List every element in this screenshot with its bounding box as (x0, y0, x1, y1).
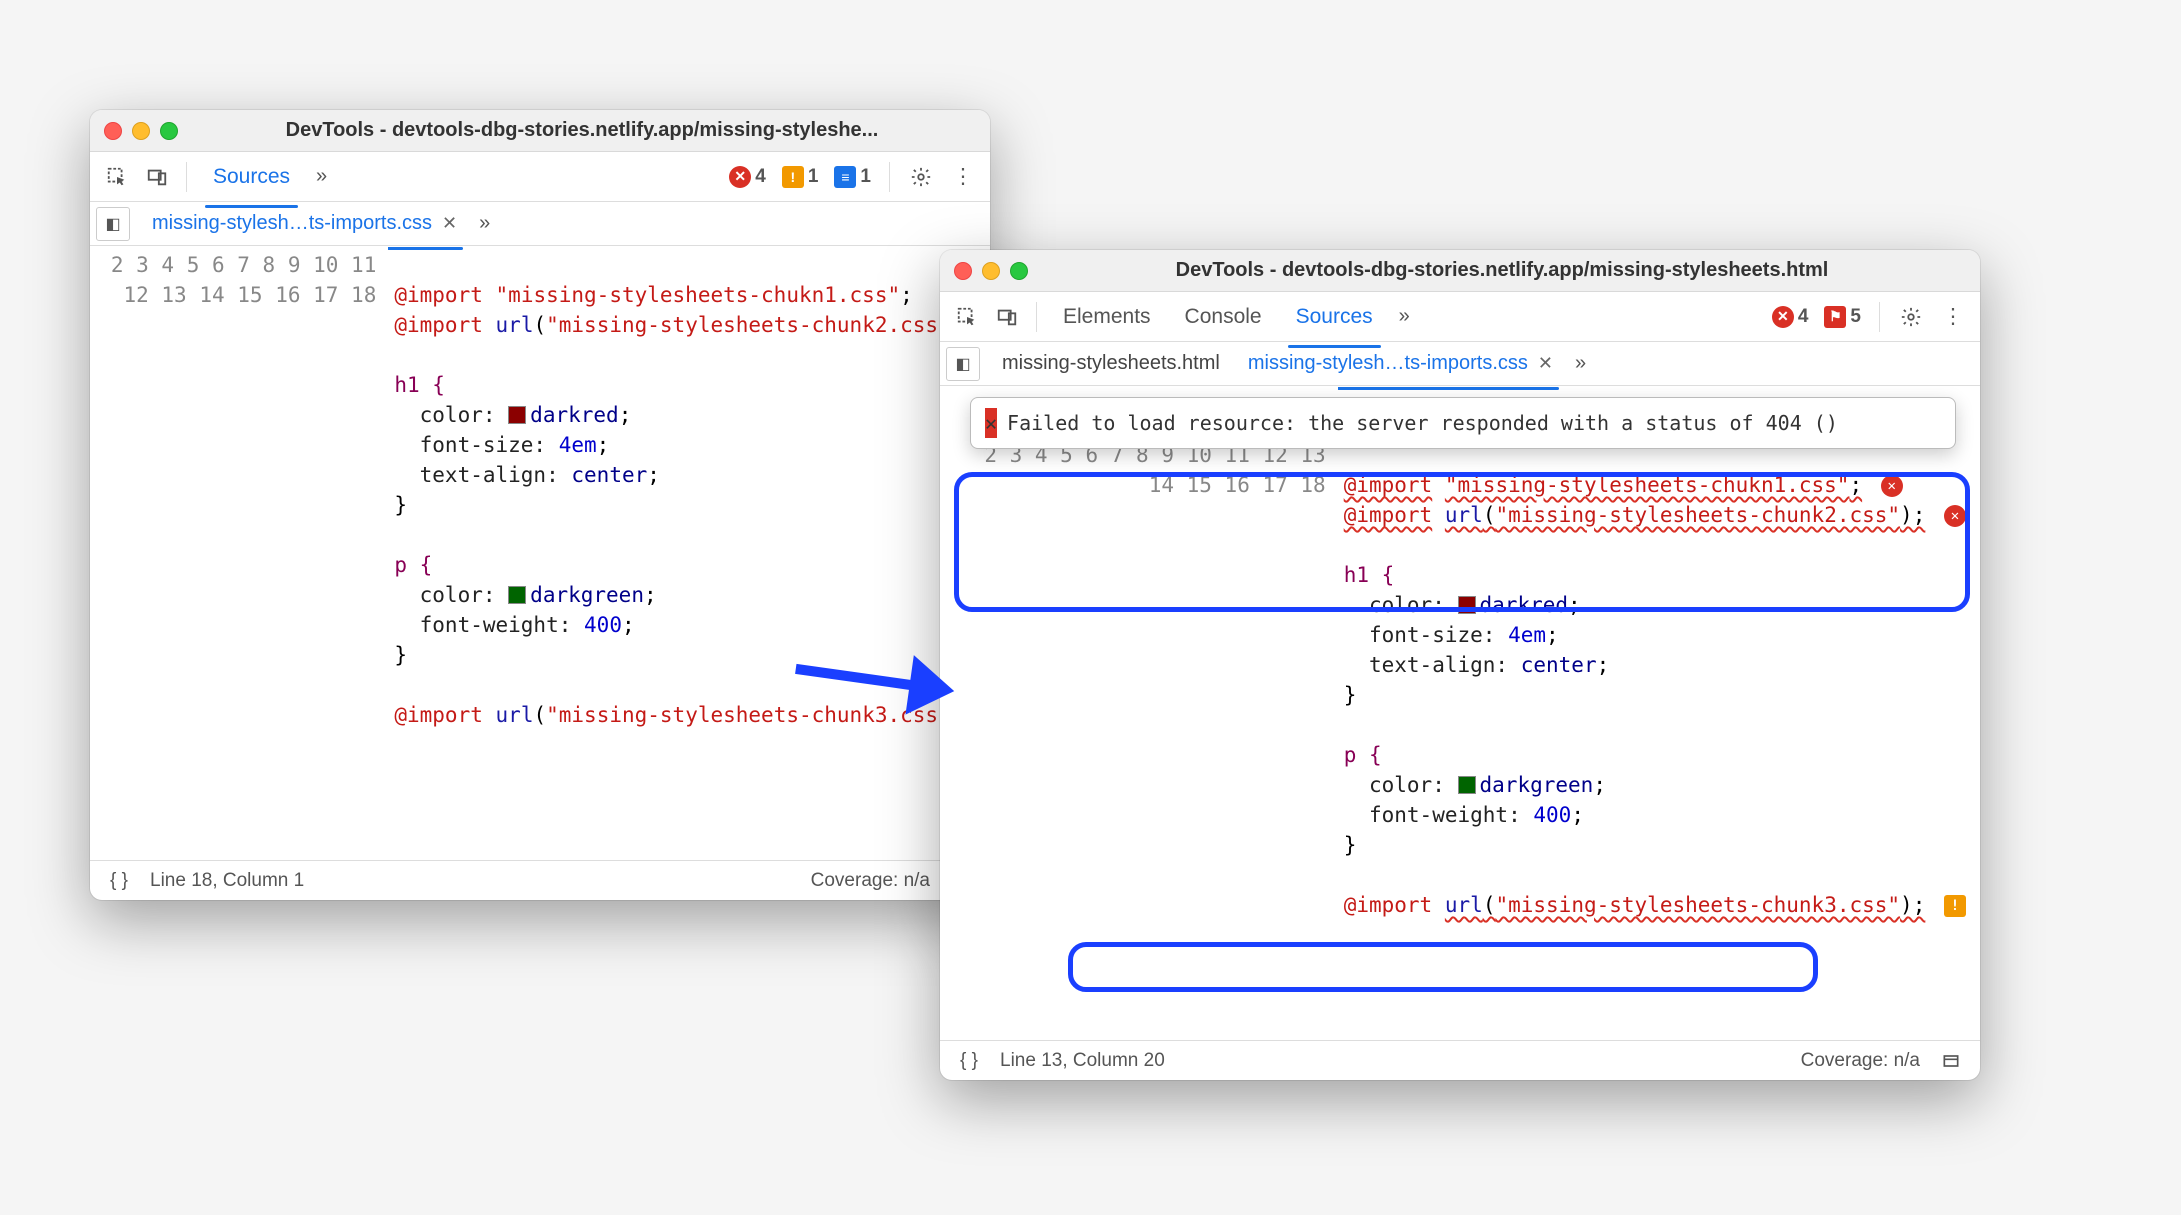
more-file-tabs-chevron[interactable]: » (473, 208, 496, 239)
issues-count-badge[interactable]: ⚑5 (1820, 304, 1865, 330)
warning-icon: ! (782, 166, 804, 188)
minimize-window-button[interactable] (132, 122, 150, 140)
file-tab-label: missing-stylesh…ts-imports.css (152, 212, 432, 235)
file-tabs-bar: ◧ missing-stylesheets.html missing-style… (940, 342, 1980, 386)
file-tab-label: missing-stylesh…ts-imports.css (1248, 352, 1528, 375)
navigator-toggle-icon[interactable]: ◧ (96, 207, 130, 241)
maximize-window-button[interactable] (160, 122, 178, 140)
separator (1036, 302, 1037, 332)
info-count-badge[interactable]: ≡1 (830, 164, 875, 190)
separator (186, 162, 187, 192)
color-swatch-darkgreen[interactable] (508, 586, 526, 604)
devtools-window-left: DevTools - devtools-dbg-stories.netlify.… (90, 110, 990, 900)
info-count: 1 (860, 166, 871, 188)
titlebar: DevTools - devtools-dbg-stories.netlify.… (90, 110, 990, 152)
tab-elements[interactable]: Elements (1049, 297, 1165, 337)
error-tooltip: ✕ Failed to load resource: the server re… (970, 397, 1956, 449)
error-count-badge[interactable]: ✕4 (1768, 304, 1813, 330)
coverage-label: Coverage: n/a (811, 870, 930, 892)
inspect-element-icon[interactable] (100, 160, 134, 194)
error-icon: ✕ (985, 408, 997, 438)
code-content[interactable]: @import "missing-stylesheets-chukn1.css"… (1338, 386, 1980, 1040)
cursor-position: Line 13, Column 20 (1000, 1050, 1165, 1072)
color-swatch-darkgreen[interactable] (1458, 776, 1476, 794)
traffic-lights (954, 262, 1028, 280)
source-map-icon[interactable] (1934, 1044, 1968, 1078)
pretty-print-icon[interactable]: { } (102, 864, 136, 898)
color-swatch-darkred[interactable] (508, 406, 526, 424)
inline-warning-icon[interactable]: ! (1944, 895, 1966, 917)
file-tabs-bar: ◧ missing-stylesh…ts-imports.css ✕ » (90, 202, 990, 246)
status-bar: { } Line 18, Column 1 Coverage: n/a (90, 860, 990, 900)
file-tab-label: missing-stylesheets.html (1002, 352, 1220, 375)
separator (1879, 302, 1880, 332)
settings-gear-icon[interactable] (1894, 300, 1928, 334)
device-toolbar-icon[interactable] (140, 160, 174, 194)
close-tab-icon[interactable]: ✕ (1538, 353, 1553, 374)
traffic-lights (104, 122, 178, 140)
more-file-tabs-chevron[interactable]: » (1569, 348, 1592, 379)
separator (889, 162, 890, 192)
navigator-toggle-icon[interactable]: ◧ (946, 347, 980, 381)
file-tab-active[interactable]: missing-stylesh…ts-imports.css ✕ (140, 206, 469, 241)
inspect-element-icon[interactable] (950, 300, 984, 334)
close-tab-icon[interactable]: ✕ (442, 213, 457, 234)
code-editor[interactable]: 2 3 4 5 6 7 8 9 10 11 12 13 14 15 16 17 … (90, 246, 990, 860)
tooltip-text: Failed to load resource: the server resp… (1007, 408, 1838, 438)
main-toolbar: Sources » ✕4 !1 ≡1 ⋮ (90, 152, 990, 202)
color-swatch-darkred[interactable] (1458, 596, 1476, 614)
warning-count-badge[interactable]: !1 (778, 164, 823, 190)
cursor-position: Line 18, Column 1 (150, 870, 304, 892)
main-toolbar: Elements Console Sources » ✕4 ⚑5 ⋮ (940, 292, 1980, 342)
titlebar: DevTools - devtools-dbg-stories.netlify.… (940, 250, 1980, 292)
tab-sources[interactable]: Sources (1282, 297, 1387, 337)
more-tabs-chevron[interactable]: » (1393, 301, 1416, 332)
status-bar: { } Line 13, Column 20 Coverage: n/a (940, 1040, 1980, 1080)
warning-count: 1 (808, 166, 819, 188)
close-window-button[interactable] (954, 262, 972, 280)
error-count: 4 (755, 166, 766, 188)
code-editor[interactable]: ✕ Failed to load resource: the server re… (940, 386, 1980, 1040)
more-tabs-chevron[interactable]: » (310, 161, 333, 192)
kebab-menu-icon[interactable]: ⋮ (946, 160, 980, 194)
inline-error-icon[interactable]: ✕ (1944, 505, 1966, 527)
device-toolbar-icon[interactable] (990, 300, 1024, 334)
pretty-print-icon[interactable]: { } (952, 1044, 986, 1078)
settings-gear-icon[interactable] (904, 160, 938, 194)
kebab-menu-icon[interactable]: ⋮ (1936, 300, 1970, 334)
tab-console[interactable]: Console (1171, 297, 1276, 337)
window-title: DevTools - devtools-dbg-stories.netlify.… (188, 119, 976, 142)
error-count: 4 (1798, 306, 1809, 328)
toolbar-right: ✕4 ⚑5 ⋮ (1768, 300, 1970, 334)
inline-error-icon[interactable]: ✕ (1881, 475, 1903, 497)
file-tab-css-active[interactable]: missing-stylesh…ts-imports.css ✕ (1236, 346, 1565, 381)
issues-count: 5 (1850, 306, 1861, 328)
code-content[interactable]: @import "missing-stylesheets-chukn1.css"… (388, 246, 990, 860)
issues-icon: ⚑ (1824, 306, 1846, 328)
file-tab-html[interactable]: missing-stylesheets.html (990, 346, 1232, 381)
maximize-window-button[interactable] (1010, 262, 1028, 280)
devtools-window-right: DevTools - devtools-dbg-stories.netlify.… (940, 250, 1980, 1080)
window-title: DevTools - devtools-dbg-stories.netlify.… (1038, 259, 1966, 282)
error-icon: ✕ (729, 166, 751, 188)
close-window-button[interactable] (104, 122, 122, 140)
line-gutter: 2 3 4 5 6 7 8 9 10 11 12 13 14 15 16 17 … (90, 246, 388, 860)
error-icon: ✕ (1772, 306, 1794, 328)
tab-sources[interactable]: Sources (199, 157, 304, 197)
line-gutter: 2 3 4 5 6 7 8 9 10 11 12 13 14 15 16 17 … (940, 386, 1338, 1040)
error-count-badge[interactable]: ✕4 (725, 164, 770, 190)
coverage-label: Coverage: n/a (1801, 1050, 1920, 1072)
toolbar-right: ✕4 !1 ≡1 ⋮ (725, 160, 980, 194)
info-icon: ≡ (834, 166, 856, 188)
minimize-window-button[interactable] (982, 262, 1000, 280)
